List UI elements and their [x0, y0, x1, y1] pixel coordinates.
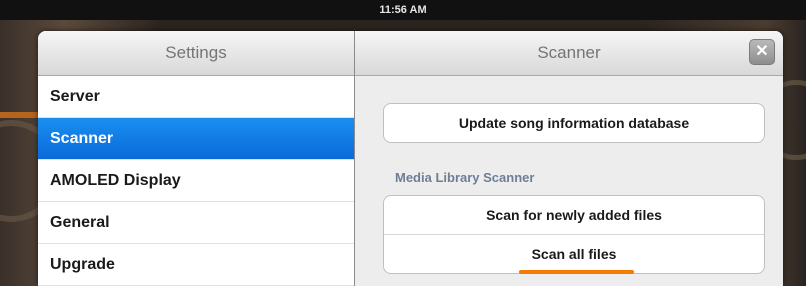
menu-item-label: General [50, 214, 110, 231]
settings-navbar: Settings [38, 31, 354, 76]
status-bar: 11:56 AM [0, 0, 806, 20]
menu-item-scanner[interactable]: Scanner [38, 118, 354, 160]
update-database-label: Update song information database [458, 115, 690, 131]
scan-all-files-button[interactable]: Scan all files [384, 234, 764, 274]
scan-all-files-label: Scan all files [531, 246, 617, 262]
menu-item-label: Server [50, 88, 100, 105]
menu-item-server[interactable]: Server [38, 76, 354, 118]
menu-item-amoled-display[interactable]: AMOLED Display [38, 160, 354, 202]
scan-new-files-label: Scan for newly added files [486, 207, 662, 223]
menu-item-label: AMOLED Display [50, 172, 181, 189]
status-time: 11:56 AM [379, 4, 427, 16]
update-database-group: Update song information database [383, 103, 765, 143]
scan-options-group: Scan for newly added files Scan all file… [383, 195, 765, 274]
scanner-title: Scanner [537, 43, 601, 62]
close-button[interactable]: ✕ [749, 39, 775, 65]
menu-item-upgrade[interactable]: Upgrade [38, 244, 354, 286]
scanner-detail-pane: Scanner ✕ Update song information databa… [355, 31, 783, 286]
update-database-button[interactable]: Update song information database [384, 104, 764, 142]
background-stripe [0, 112, 40, 118]
menu-item-label: Upgrade [50, 256, 115, 273]
highlight-underline [519, 270, 634, 274]
close-icon: ✕ [755, 43, 769, 60]
menu-item-label: Scanner [50, 130, 114, 147]
menu-item-general[interactable]: General [38, 202, 354, 244]
settings-popover: Settings Server Scanner AMOLED Display G… [38, 31, 783, 286]
scanner-navbar: Scanner ✕ [355, 31, 783, 76]
media-library-scanner-header: Media Library Scanner [395, 170, 535, 185]
scan-new-files-button[interactable]: Scan for newly added files [384, 196, 764, 234]
settings-menu: Server Scanner AMOLED Display General Up… [38, 76, 354, 286]
settings-master-pane: Settings Server Scanner AMOLED Display G… [38, 31, 354, 286]
settings-title: Settings [165, 43, 227, 62]
